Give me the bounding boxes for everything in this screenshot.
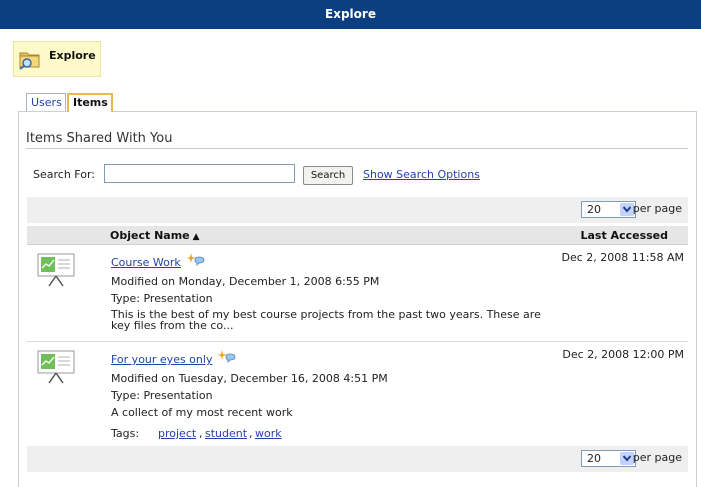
modified-date: Modified on Tuesday, December 16, 2008 4… [111,372,388,385]
pagination-bar-bottom: 20 per page [27,446,688,472]
tag-link[interactable]: work [255,427,282,440]
tag-link[interactable]: project [158,427,196,440]
explore-label: Explore [49,49,96,62]
object-type: Type: Presentation [111,389,213,402]
table-row: For your eyes only Modified on Tuesday, … [27,342,688,445]
object-link[interactable]: Course Work [111,256,181,269]
object-link[interactable]: For your eyes only [111,353,212,366]
column-object-name[interactable]: Object Name ▲ [110,229,200,242]
pagination-bar-top: 20 per page [27,197,688,223]
tag-separator: , [249,427,253,440]
search-button[interactable]: Search [303,166,353,185]
column-last-accessed[interactable]: Last Accessed [580,229,668,242]
tag-separator: , [199,427,203,440]
explore-button[interactable]: Explore [13,41,101,77]
shared-sparkle-icon [218,350,236,363]
per-page-value: 20 [587,452,601,465]
presentation-easel-icon[interactable] [37,253,75,287]
tab-users[interactable]: Users [26,93,66,112]
table-row: Course Work Modified on Monday, December… [27,245,688,342]
sort-ascending-icon: ▲ [192,232,200,242]
object-description: A collect of my most recent work [111,406,293,419]
table-header: Object Name ▲ Last Accessed [27,226,688,245]
last-accessed: Dec 2, 2008 12:00 PM [562,348,684,361]
per-page-select[interactable]: 20 [581,450,636,467]
presentation-easel-icon[interactable] [37,350,75,384]
folder-magnifier-icon [19,52,40,70]
per-page-label: per page [632,202,682,215]
search-label: Search For: [33,168,95,181]
per-page-value: 20 [587,203,601,216]
tab-items[interactable]: Items [67,93,113,112]
window-title: Explore [0,0,701,29]
object-type: Type: Presentation [111,292,213,305]
shared-sparkle-icon [187,253,205,266]
show-search-options-link[interactable]: Show Search Options [363,168,480,181]
section-title: Items Shared With You [26,131,173,146]
per-page-label: per page [632,451,682,464]
section-divider [26,148,688,149]
tags-label: Tags: [111,427,140,440]
per-page-select[interactable]: 20 [581,201,636,218]
tag-link[interactable]: student [205,427,247,440]
search-input[interactable] [104,164,295,183]
last-accessed: Dec 2, 2008 11:58 AM [561,251,684,264]
object-description: This is the best of my best course proje… [111,308,541,332]
modified-date: Modified on Monday, December 1, 2008 6:5… [111,275,380,288]
